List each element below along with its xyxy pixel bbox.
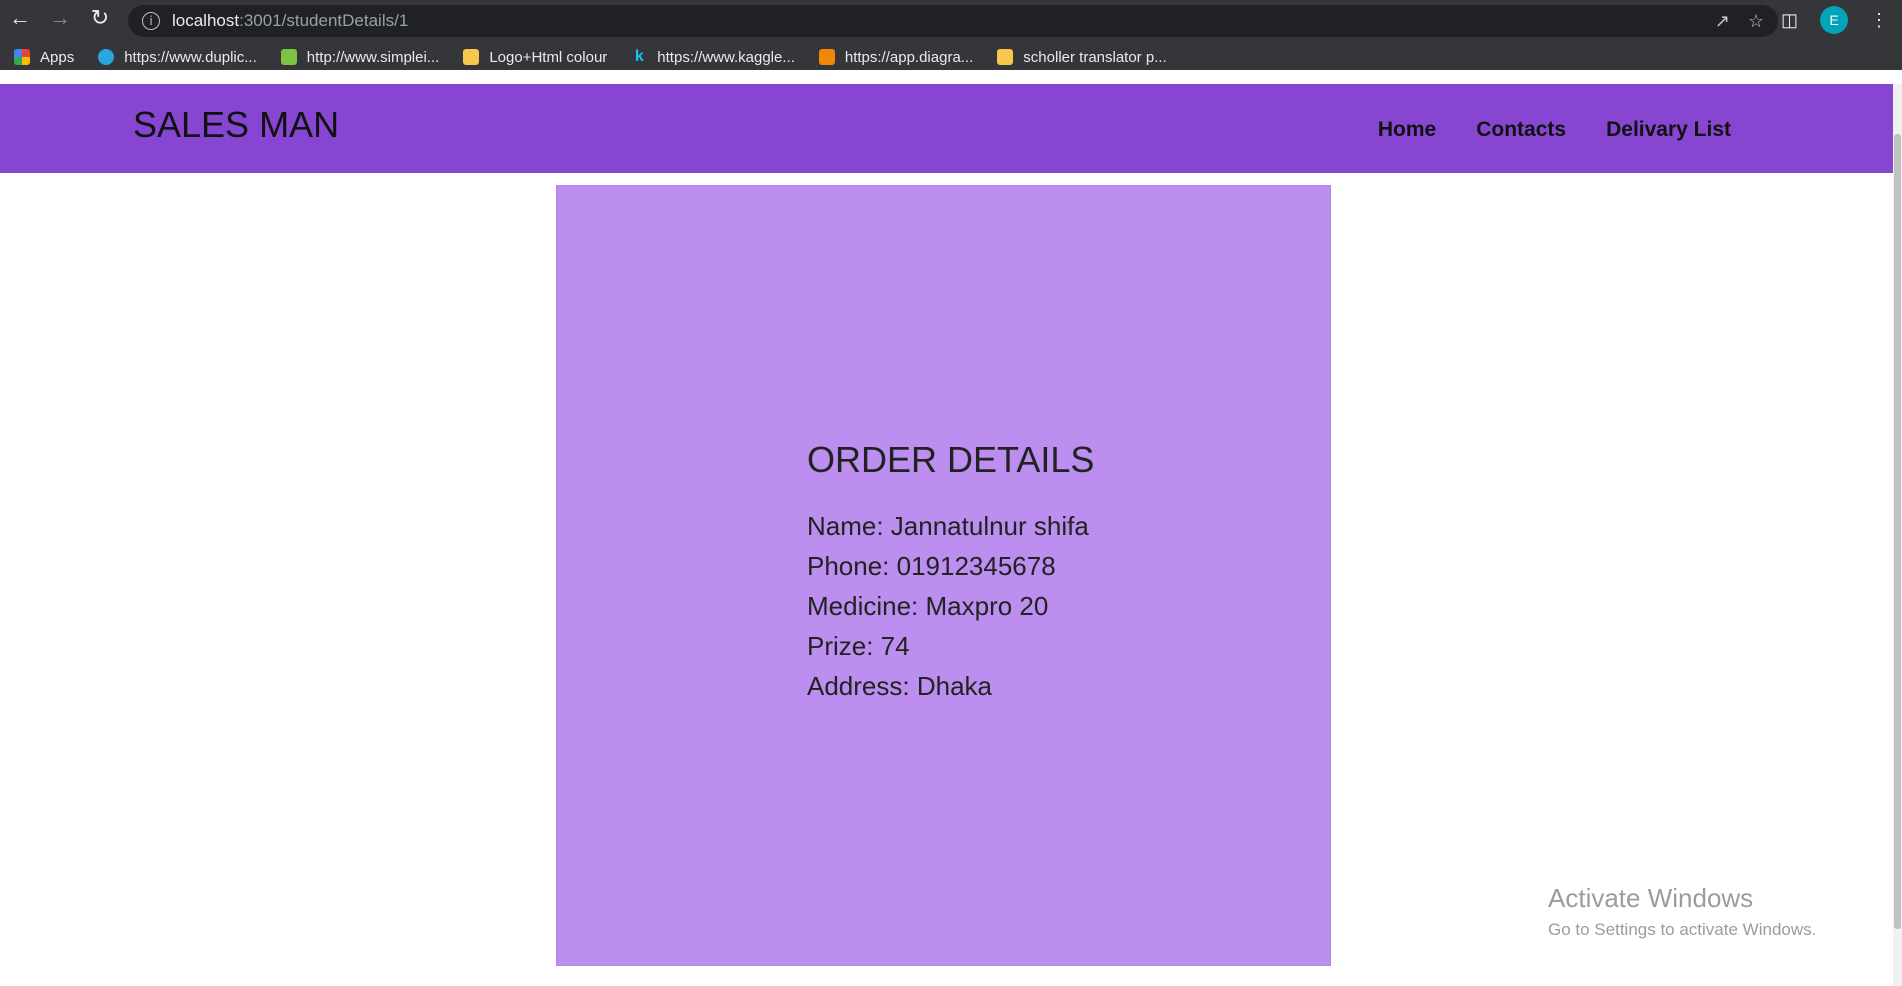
- reload-icon[interactable]: ↻: [80, 0, 120, 36]
- folder-icon: [463, 49, 480, 65]
- nav-link-contacts[interactable]: Contacts: [1476, 118, 1566, 142]
- order-name: Name: Jannatulnur shifa: [807, 511, 1089, 541]
- url-host: localhost: [172, 11, 240, 30]
- nav-buttons: ← → ↻: [0, 0, 120, 36]
- kaggle-icon: k: [634, 48, 644, 65]
- site-favicon-icon: [98, 49, 115, 65]
- forward-arrow-icon[interactable]: →: [40, 0, 80, 36]
- site-info-icon[interactable]: i: [142, 12, 160, 30]
- site-menu: Home Contacts Delivary List: [1378, 118, 1731, 142]
- watermark-title: Activate Windows: [1548, 883, 1754, 913]
- bookmark-item[interactable]: https://www.duplic...: [98, 49, 257, 66]
- activate-windows-watermark: Activate Windows Go to Settings to activ…: [1548, 883, 1816, 940]
- site-favicon-icon: [280, 49, 297, 65]
- site-navbar: SALES MAN Home Contacts Delivary List: [0, 84, 1893, 173]
- profile-avatar[interactable]: E: [1820, 6, 1848, 34]
- bookmark-label: Logo+Html colour: [489, 48, 608, 66]
- bookmark-label: scholler translator p...: [1023, 48, 1167, 66]
- folder-icon: [997, 49, 1014, 65]
- bookmarks-bar: Apps https://www.duplic... http://www.si…: [0, 44, 1177, 70]
- bookmark-item[interactable]: http://www.simplei...: [280, 48, 440, 66]
- back-arrow-icon[interactable]: ←: [0, 0, 40, 36]
- bookmark-label: https://www.duplic...: [124, 48, 257, 66]
- bookmark-item[interactable]: k https://www.kaggle...: [631, 49, 795, 66]
- bookmark-label: Apps: [40, 48, 75, 66]
- order-medicine: Medicine: Maxpro 20: [807, 591, 1049, 621]
- order-phone: Phone: 01912345678: [807, 551, 1056, 581]
- nav-link-home[interactable]: Home: [1378, 118, 1436, 142]
- bookmark-star-icon[interactable]: ☆: [1748, 11, 1764, 32]
- order-details-card: ORDER DETAILS Name: Jannatulnur shifa Ph…: [556, 185, 1331, 966]
- url-path: :3001/studentDetails/1: [239, 11, 409, 30]
- bookmark-item[interactable]: scholler translator p...: [997, 48, 1167, 66]
- bookmark-label: http://www.simplei...: [306, 48, 440, 66]
- apps-grid-icon: [14, 49, 30, 65]
- toolbar-actions: ◫ E ⋮: [1781, 2, 1902, 38]
- share-icon[interactable]: ↗: [1715, 11, 1730, 32]
- order-details-title: ORDER DETAILS: [807, 439, 1095, 480]
- bookmark-item[interactable]: Logo+Html colour: [463, 49, 607, 66]
- diagrams-icon: [818, 49, 835, 65]
- bookmark-label: https://app.diagra...: [844, 48, 974, 66]
- omnibox-actions: ↗ ☆: [1715, 5, 1764, 37]
- browser-toolbar: ← → ↻ i localhost:3001/studentDetails/1 …: [0, 0, 1902, 70]
- more-menu-icon[interactable]: ⋮: [1870, 10, 1888, 31]
- bookmark-label: https://www.kaggle...: [657, 48, 795, 66]
- order-address: Address: Dhaka: [807, 671, 992, 701]
- url-text[interactable]: localhost:3001/studentDetails/1: [172, 11, 408, 31]
- address-bar[interactable]: i localhost:3001/studentDetails/1 ↗ ☆: [128, 5, 1778, 37]
- vertical-scrollbar[interactable]: [1893, 84, 1902, 986]
- order-prize: Prize: 74: [807, 631, 910, 661]
- bookmark-item[interactable]: Apps: [14, 49, 74, 66]
- bookmark-item[interactable]: https://app.diagra...: [818, 48, 974, 66]
- brand-logo[interactable]: SALES MAN: [133, 104, 339, 146]
- side-panel-icon[interactable]: ◫: [1781, 10, 1798, 31]
- nav-link-delivary-list[interactable]: Delivary List: [1606, 118, 1731, 142]
- watermark-subtitle: Go to Settings to activate Windows.: [1548, 920, 1817, 939]
- scrollbar-thumb[interactable]: [1894, 134, 1901, 929]
